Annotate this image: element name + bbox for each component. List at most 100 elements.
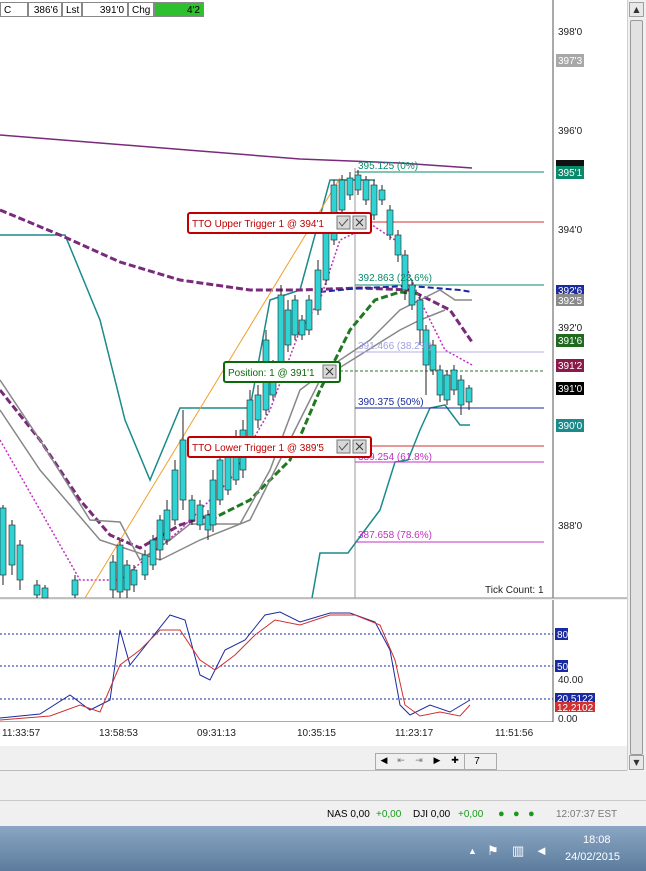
lower-trigger-order[interactable]: TTO Lower Trigger 1 @ 389'5 xyxy=(187,436,372,458)
last-label: Lst xyxy=(62,2,82,17)
price-label-392: 392'0 xyxy=(558,323,583,334)
connection-icon: ● xyxy=(513,808,520,820)
candle xyxy=(254,394,262,421)
candle xyxy=(277,294,285,371)
scroll-up-button[interactable]: ▲ xyxy=(629,2,644,17)
nas-change: +0,00 xyxy=(376,809,402,820)
osc-label-40: 40.00 xyxy=(558,675,583,686)
action-center-icon[interactable]: ⚑ xyxy=(487,843,499,859)
clock-time[interactable]: 18:08 xyxy=(583,834,611,846)
time-label-1: 13:58:53 xyxy=(99,728,138,739)
candle xyxy=(130,569,138,586)
next-page-icon[interactable]: ⇥ xyxy=(410,754,428,769)
candle xyxy=(378,189,386,201)
candle xyxy=(450,369,458,391)
fib-50: 390.375 (50%) xyxy=(358,397,424,408)
price-tag-3951: 395'1 xyxy=(558,168,583,179)
candle xyxy=(362,179,370,201)
scroll-right-icon[interactable]: ▶ xyxy=(428,754,446,769)
upper-trigger-order[interactable]: TTO Upper Trigger 1 @ 394'1 xyxy=(187,212,372,234)
quote-bar: C 386'6 Lst 391'0 Chg 4'2 xyxy=(0,2,204,17)
candle xyxy=(216,459,224,501)
candle xyxy=(224,454,232,491)
fib-0: 395.125 (0%) xyxy=(358,161,418,172)
osc-label-0: 0.00 xyxy=(558,714,578,725)
candle xyxy=(338,179,346,211)
last-value: 391'0 xyxy=(82,2,128,17)
candle xyxy=(171,469,179,521)
candle xyxy=(0,507,7,576)
scroll-left-icon[interactable]: ◀ xyxy=(376,754,392,769)
candle xyxy=(109,561,117,591)
candle xyxy=(246,399,254,441)
price-tag-3916: 391'6 xyxy=(558,336,583,347)
candle xyxy=(179,439,187,501)
candle xyxy=(163,509,171,541)
candle xyxy=(314,269,322,311)
vertical-scrollbar[interactable]: ▲ ▼ xyxy=(627,0,645,770)
candle xyxy=(298,319,306,336)
add-tab-icon[interactable]: ✚ xyxy=(446,754,464,769)
tick-count: Tick Count: 1 xyxy=(485,585,544,596)
candle xyxy=(141,554,149,576)
candle xyxy=(209,479,217,526)
clock-date[interactable]: 24/02/2015 xyxy=(565,851,620,863)
candle xyxy=(346,177,354,196)
price-label-398: 398'0 xyxy=(558,27,583,38)
scroll-thumb[interactable] xyxy=(630,20,643,755)
taskbar: ▲ ⚑ ▥ ◄ 18:08 24/02/2015 xyxy=(0,826,646,871)
status-bar: NAS 0,00 +0,00 DJI 0,00 +0,00 ● ● ● 12:0… xyxy=(0,800,646,827)
candle xyxy=(149,539,157,566)
horizontal-toolbar: ◀ ⇤ ⇥ ▶ ✚ 7 xyxy=(0,753,627,801)
fib-382: 391.466 (38.2%) xyxy=(358,341,432,352)
change-label: Chg xyxy=(128,2,154,17)
price-chart[interactable]: 395.125 (0%) 392.863 (23.6%) 391.466 (38… xyxy=(0,0,646,800)
candle xyxy=(33,584,41,596)
status-time: 12:07:37 EST xyxy=(556,809,618,820)
fib-236: 392.863 (23.6%) xyxy=(358,273,432,284)
candle xyxy=(386,209,394,236)
candle xyxy=(416,299,424,331)
upper-trigger-label: TTO Upper Trigger 1 @ 394'1 xyxy=(192,219,324,230)
time-label-2: 09:31:13 xyxy=(197,728,236,739)
candle xyxy=(305,299,313,331)
prev-page-icon[interactable]: ⇤ xyxy=(392,754,410,769)
chart-window: 395.125 (0%) 392.863 (23.6%) 391.466 (38… xyxy=(0,0,646,801)
candle xyxy=(408,284,416,306)
network-icon[interactable]: ▥ xyxy=(512,843,524,859)
price-tag-3912: 391'2 xyxy=(558,361,583,372)
candle xyxy=(156,519,164,551)
candle xyxy=(196,504,204,526)
candle xyxy=(16,544,24,581)
change-value: 4'2 xyxy=(154,2,204,17)
price-tag-3900: 390'0 xyxy=(558,421,583,432)
volume-icon[interactable]: ◄ xyxy=(535,843,548,858)
dji-index: DJI 0,00 xyxy=(413,809,451,820)
lower-trigger-label: TTO Lower Trigger 1 @ 389'5 xyxy=(192,443,324,454)
candle xyxy=(8,524,16,566)
osc-label-12: 12.2102 xyxy=(557,703,594,714)
scroll-down-button[interactable]: ▼ xyxy=(629,755,644,770)
time-label-3: 10:35:15 xyxy=(297,728,336,739)
time-label-4: 11:23:17 xyxy=(395,728,434,739)
candle xyxy=(370,184,378,216)
candle xyxy=(41,587,49,599)
nas-index: NAS 0,00 xyxy=(327,809,370,820)
candle xyxy=(394,234,402,256)
candle xyxy=(291,299,299,336)
price-label-394: 394'0 xyxy=(558,225,583,236)
position-order[interactable]: Position: 1 @ 391'1 xyxy=(223,361,341,383)
tab-7[interactable]: 7 xyxy=(464,754,489,769)
price-tag-3973: 397'3 xyxy=(558,56,583,67)
price-tag-3925: 392'5 xyxy=(558,296,583,307)
price-tag-3910: 391'0 xyxy=(558,384,583,395)
time-label-0: 11:33:57 xyxy=(2,728,41,739)
connection-icon: ● xyxy=(498,808,505,820)
show-hidden-icons[interactable]: ▲ xyxy=(468,846,477,856)
candle xyxy=(284,309,292,346)
candle xyxy=(123,564,131,591)
candle xyxy=(71,579,79,596)
connection-icon: ● xyxy=(528,808,535,820)
dji-change: +0,00 xyxy=(458,809,484,820)
time-label-5: 11:51:56 xyxy=(495,728,534,739)
